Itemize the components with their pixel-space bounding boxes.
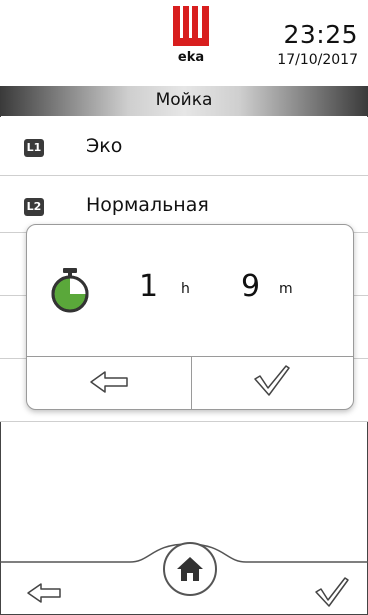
hours-value[interactable]: 1 (139, 269, 158, 304)
header: eka 23:25 17/10/2017 (0, 0, 368, 86)
minutes-value[interactable]: 9 (241, 269, 260, 304)
dialog-confirm-button[interactable] (192, 357, 353, 409)
clock-date: 17/10/2017 (277, 52, 358, 68)
page-title-bar: Мойка (0, 86, 368, 116)
program-badge: L2 (24, 198, 44, 216)
minutes-unit: m (279, 281, 293, 297)
program-label: Нормальная (86, 194, 209, 216)
timer-icon (51, 268, 89, 313)
program-badge: L1 (24, 139, 44, 157)
nav-confirm-button[interactable] (312, 574, 352, 608)
nav-back-button[interactable] (24, 578, 64, 608)
home-button[interactable] (163, 542, 217, 596)
clock-time: 23:25 (283, 20, 358, 49)
program-label: Эко (86, 135, 123, 157)
arrow-left-icon (90, 371, 128, 393)
program-item-eco[interactable]: L1 Эко (0, 117, 368, 176)
brand-logo: eka (171, 6, 211, 65)
logo-mark (173, 6, 209, 46)
hours-unit: h (181, 281, 190, 297)
checkmark-icon (254, 365, 290, 396)
duration-dialog: 1 h 9 m (26, 224, 354, 410)
dialog-back-button[interactable] (27, 357, 191, 409)
logo-text: eka (177, 50, 205, 65)
page-title: Мойка (155, 90, 213, 110)
arrow-left-icon (27, 583, 61, 603)
home-icon (177, 557, 203, 581)
checkmark-icon (315, 577, 349, 607)
